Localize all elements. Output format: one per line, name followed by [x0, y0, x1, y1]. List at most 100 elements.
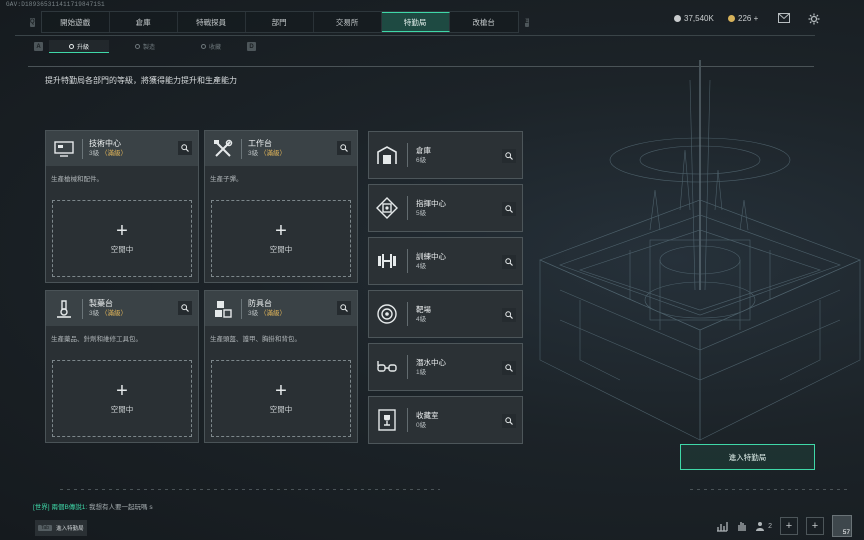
nav-left-key[interactable]: Q [30, 17, 35, 27]
card-name: 製藥台 [89, 299, 113, 308]
mail-icon[interactable] [778, 13, 790, 23]
page-description: 提升特勤局各部門的等級，將獲得能力提升和生產能力 [45, 76, 237, 85]
facility-level: 1級 [416, 368, 427, 376]
search-button[interactable] [502, 149, 516, 163]
search-icon [505, 258, 513, 266]
enter-special-ops-button[interactable]: 進入特勤局 [680, 444, 815, 470]
command-center-icon [373, 194, 401, 222]
tab-warehouse[interactable]: 倉庫 [110, 12, 178, 32]
tab-key-label: 進入特勤局 [56, 526, 84, 532]
tools-icon [211, 137, 235, 161]
card-header: 防具台 3級 （滿級） [205, 291, 357, 326]
add-slot-button[interactable]: + [780, 517, 798, 535]
tab-departments[interactable]: 部門 [246, 12, 314, 32]
subtab-craft[interactable]: 製造 [115, 40, 175, 53]
facility-separator [407, 143, 408, 167]
production-slot[interactable]: + 空閒中 [211, 200, 351, 277]
search-button[interactable] [502, 308, 516, 322]
currency-secondary[interactable]: 226 + [728, 14, 758, 23]
subtab-collection-label: 收藏 [208, 45, 221, 51]
search-button[interactable] [502, 255, 516, 269]
card-level: 3級 （滿級） [89, 309, 127, 319]
search-button[interactable] [502, 361, 516, 375]
friends-counter[interactable]: 2 [756, 521, 772, 531]
avatar-level: 57 [842, 529, 850, 536]
facility-separator [407, 355, 408, 379]
chat-sender: 兩個B傳說1: [51, 504, 88, 511]
currency-primary-value: 37,540K [684, 14, 714, 23]
facility-separator [407, 196, 408, 220]
subnav-right-key[interactable]: D [247, 42, 256, 51]
gear-icon[interactable] [808, 13, 820, 25]
production-slot[interactable]: + 空閒中 [211, 360, 351, 437]
craft-icon [134, 44, 140, 49]
chat-message: 我想有人要一起玩嗎 s [89, 504, 153, 511]
facility-collection-room[interactable]: 收藏室 0級 [368, 396, 523, 444]
card-level-value: 3級 [89, 150, 100, 157]
facility-shooting-range[interactable]: 靶場 4級 [368, 290, 523, 338]
facility-title-block: 倉庫 6級 [416, 145, 431, 166]
chat-line[interactable]: [世界] 兩個B傳說1: 我想有人要一起玩嗎 s [33, 501, 153, 511]
add-slot-button[interactable]: + [806, 517, 824, 535]
facility-command-center[interactable]: 指揮中心 5級 [368, 184, 523, 232]
collection-icon [200, 44, 206, 49]
card-level: 3級 （滿級） [248, 309, 286, 319]
slot-status: 空閒中 [110, 405, 134, 414]
card-level: 3級 （滿級） [89, 149, 127, 159]
search-button[interactable] [178, 141, 192, 155]
facility-title-block: 指揮中心 5級 [416, 198, 446, 219]
sub-nav: A 升級 製造 收藏 D [34, 40, 256, 53]
facility-level: 0級 [416, 421, 427, 429]
facility-warehouse[interactable]: 倉庫 6級 [368, 131, 523, 179]
facility-separator [407, 302, 408, 326]
facility-title-block: 潛水中心 1級 [416, 357, 446, 378]
search-icon [505, 417, 513, 425]
hand-icon[interactable] [736, 520, 748, 532]
production-slot[interactable]: + 空閒中 [52, 200, 192, 277]
tab-operators[interactable]: 特戰探員 [178, 12, 246, 32]
card-description: 生產頭盔、護甲、胸掛和背包。 [210, 336, 301, 343]
facility-title-block: 收藏室 0級 [416, 410, 439, 431]
search-icon [505, 205, 513, 213]
facility-level: 4級 [416, 315, 427, 323]
avatar[interactable]: 57 [832, 515, 852, 537]
plus-icon: + [116, 380, 128, 402]
target-icon [373, 300, 401, 328]
content-divider [28, 66, 814, 67]
search-button[interactable] [178, 301, 192, 315]
subtab-upgrade-label: 升級 [76, 44, 89, 51]
max-level-badge: （滿級） [100, 310, 127, 317]
top-right-icons [778, 13, 820, 25]
production-slot[interactable]: + 空閒中 [52, 360, 192, 437]
search-button[interactable] [337, 301, 351, 315]
search-button[interactable] [502, 202, 516, 216]
silver-coin-icon [674, 15, 681, 22]
main-tabs: 開始遊戲 倉庫 特戰探員 部門 交易所 特勤局 改槍台 [40, 11, 519, 33]
currency-primary: 37,540K [674, 14, 714, 23]
facility-diving-center[interactable]: 潛水中心 1級 [368, 343, 523, 391]
nav-right-key[interactable]: E [524, 17, 529, 27]
search-icon [181, 144, 189, 152]
tab-gunsmith[interactable]: 改槍台 [450, 12, 518, 32]
diving-mask-icon [373, 353, 401, 381]
search-button[interactable] [337, 141, 351, 155]
subnav-left-key[interactable]: A [34, 42, 43, 51]
search-button[interactable] [502, 414, 516, 428]
currency-secondary-value: 226 + [738, 14, 759, 23]
tab-start-game[interactable]: 開始遊戲 [42, 12, 110, 32]
max-level-badge: （滿級） [100, 150, 127, 157]
gold-coin-icon [728, 15, 735, 22]
card-description: 生產子彈。 [210, 176, 243, 183]
production-card-workbench: 工作台 3級 （滿級） 生產子彈。 + 空閒中 [204, 130, 358, 283]
card-description: 生產槍械和配件。 [51, 176, 103, 183]
tab-exchange[interactable]: 交易所 [314, 12, 382, 32]
stats-icon[interactable] [716, 520, 728, 532]
search-icon [505, 364, 513, 372]
tab-enter-shortcut[interactable]: Tab 進入特勤局 [35, 520, 87, 536]
facility-name: 潛水中心 [416, 357, 446, 367]
subtab-collection[interactable]: 收藏 [181, 40, 241, 53]
subtab-upgrade[interactable]: 升級 [49, 40, 109, 53]
tab-special-ops[interactable]: 特勤局 [381, 12, 450, 32]
facility-training-center[interactable]: 訓練中心 4級 [368, 237, 523, 285]
facility-name: 指揮中心 [416, 198, 446, 208]
